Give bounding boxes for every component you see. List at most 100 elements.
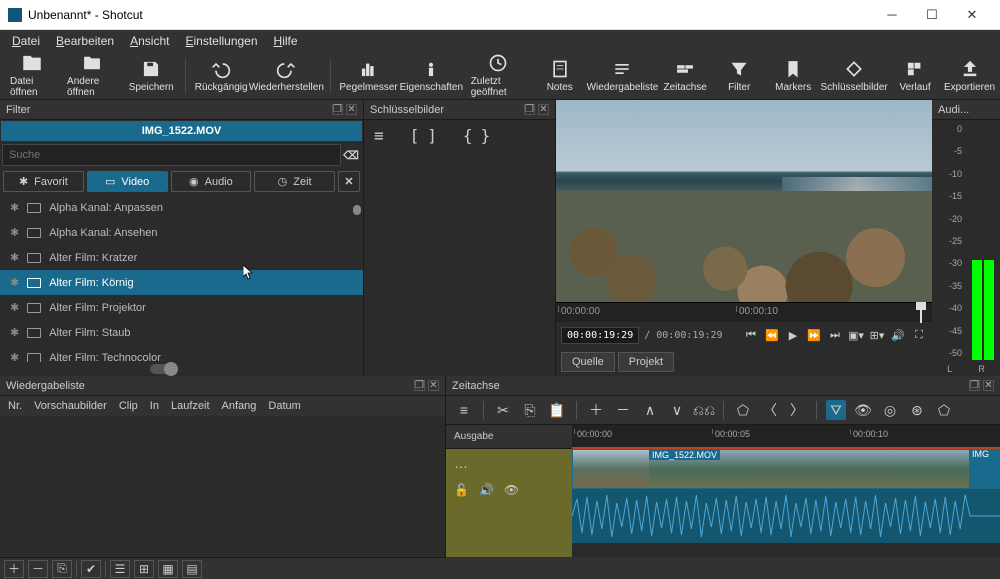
notes-button[interactable]: Notes (536, 57, 584, 95)
brace-close-icon[interactable]: } (481, 126, 491, 145)
filter-item[interactable]: ✱Alter Film: Staub (0, 320, 363, 345)
fast-forward-button[interactable]: ⏩ (806, 329, 822, 342)
brace-open-icon[interactable]: { (463, 126, 473, 145)
current-timecode[interactable]: 00:00:19:29 (561, 327, 639, 344)
filter-item[interactable]: ✱Alpha Kanal: Ansehen (0, 220, 363, 245)
playlist-remove-button[interactable]: － (28, 560, 48, 578)
playlist-view-list-button[interactable]: ☰ (110, 560, 130, 578)
track-menu-icon[interactable]: … (454, 455, 564, 471)
menu-file[interactable]: Datei (4, 31, 48, 51)
filter-list-scrollbar[interactable] (353, 205, 361, 215)
timeline-clip-video[interactable]: IMG (970, 449, 1000, 489)
timeline-tracks[interactable]: IMG_1522.MOV IMG (572, 449, 1000, 557)
tab-time[interactable]: ◷Zeit (254, 171, 335, 192)
properties-button[interactable]: Eigenschaften (402, 57, 461, 95)
skip-end-button[interactable]: ⏭ (827, 329, 843, 342)
rewind-button[interactable]: ⏪ (764, 329, 780, 342)
tab-audio[interactable]: ◉Audio (171, 171, 252, 192)
favorite-star-icon[interactable]: ✱ (10, 301, 19, 314)
scrub-button[interactable]: 👁 (853, 400, 873, 420)
skip-start-button[interactable]: ⏮ (743, 329, 759, 342)
timeline-ruler[interactable]: 00:00:00 00:00:05 00:00:10 (572, 425, 1000, 449)
peak-meter-button[interactable]: Pegelmesser (341, 57, 396, 95)
redo-button[interactable]: Wiederherstellen (252, 57, 320, 95)
append-button[interactable]: ＋ (586, 400, 606, 420)
filter-item[interactable]: ✱Alter Film: Technocolor (0, 345, 363, 362)
playlist-update-button[interactable]: ⎘ (52, 560, 72, 578)
snap-button[interactable]: ⛛ (826, 400, 846, 420)
history-button[interactable]: Verlauf (891, 57, 939, 95)
undo-button[interactable]: Rückgängig (196, 57, 246, 95)
filters-button[interactable]: Filter (715, 57, 763, 95)
favorite-star-icon[interactable]: ✱ (10, 351, 19, 362)
tab-favorite[interactable]: ✱Favorit (3, 171, 84, 192)
panel-close-icon[interactable]: ✕ (428, 380, 439, 391)
filter-item[interactable]: ✱Alpha Kanal: Anpassen (0, 195, 363, 220)
remove-button[interactable]: － (613, 400, 633, 420)
favorite-star-icon[interactable]: ✱ (10, 251, 19, 264)
menu-view[interactable]: Ansicht (122, 31, 177, 51)
loop-button[interactable]: ▣▾ (848, 329, 864, 342)
timeline-clip-audio[interactable] (572, 489, 1000, 543)
playlist-view-icons-button[interactable]: ▦ (158, 560, 178, 578)
markers-button[interactable]: Markers (769, 57, 817, 95)
playlist-columns[interactable]: Nr. Vorschaubilder Clip In Laufzeit Anfa… (0, 396, 445, 416)
ripple-all-button[interactable]: ⊛ (907, 400, 927, 420)
source-tab[interactable]: Quelle (561, 352, 615, 372)
lift-button[interactable]: ∧ (640, 400, 660, 420)
mute-icon[interactable]: 🔊 (479, 483, 494, 497)
player-ruler[interactable]: 00:00:00 00:00:10 (556, 302, 932, 322)
fullscreen-button[interactable]: ⛶ (911, 329, 927, 342)
copy-button[interactable]: ⎘ (520, 400, 540, 420)
filter-item[interactable]: ✱Alter Film: Körnig (0, 270, 363, 295)
marker-button[interactable]: ⬠ (733, 400, 753, 420)
timeline-output-label[interactable]: Ausgabe (446, 425, 572, 449)
filter-search-input[interactable] (2, 144, 341, 166)
filter-toggle[interactable] (0, 362, 363, 376)
panel-close-icon[interactable]: ✕ (538, 104, 549, 115)
panel-undock-icon[interactable]: ❐ (969, 380, 980, 391)
timeline-button[interactable]: Zeitachse (661, 57, 709, 95)
keyframes-button[interactable]: Schlüsselbilder (823, 57, 885, 95)
open-file-button[interactable]: Datei öffnen (6, 51, 57, 100)
favorite-star-icon[interactable]: ✱ (10, 276, 19, 289)
playlist-button[interactable]: Wiedergabeliste (590, 57, 655, 95)
maximize-button[interactable]: ☐ (912, 0, 952, 30)
minimize-button[interactable]: ─ (872, 0, 912, 30)
panel-close-icon[interactable]: ✕ (346, 104, 357, 115)
panel-undock-icon[interactable]: ❐ (414, 380, 425, 391)
menu-help[interactable]: Hilfe (266, 31, 306, 51)
favorite-star-icon[interactable]: ✱ (10, 201, 19, 214)
favorite-star-icon[interactable]: ✱ (10, 326, 19, 339)
video-preview[interactable] (556, 100, 932, 302)
next-marker-button[interactable]: 〉 (787, 400, 807, 420)
menu-settings[interactable]: Einstellungen (177, 31, 265, 51)
close-button[interactable]: ✕ (952, 0, 992, 30)
bracket-close-icon[interactable]: ] (427, 126, 437, 145)
cut-button[interactable]: ✂ (493, 400, 513, 420)
panel-close-icon[interactable]: ✕ (983, 380, 994, 391)
panel-undock-icon[interactable]: ❐ (524, 104, 535, 115)
filter-list[interactable]: ✱Alpha Kanal: Anpassen ✱Alpha Kanal: Ans… (0, 195, 363, 362)
clear-search-icon[interactable]: ⌫ (341, 144, 361, 166)
ripple-button[interactable]: ◎ (880, 400, 900, 420)
volume-button[interactable]: 🔊 (890, 329, 906, 342)
ripple-markers-button[interactable]: ⬠ (934, 400, 954, 420)
save-button[interactable]: Speichern (127, 57, 175, 95)
filter-item[interactable]: ✱Alter Film: Kratzer (0, 245, 363, 270)
playlist-view-tiles-button[interactable]: ⊞ (134, 560, 154, 578)
prev-marker-button[interactable]: 〈 (760, 400, 780, 420)
project-tab[interactable]: Projekt (618, 352, 674, 372)
timeline-clip-video[interactable]: IMG_1522.MOV (572, 449, 970, 489)
panel-undock-icon[interactable]: ❐ (332, 104, 343, 115)
timeline-menu-icon[interactable]: ≡ (454, 400, 474, 420)
bracket-open-icon[interactable]: [ (410, 126, 420, 145)
track-head[interactable]: … 🔓 🔊 👁 (446, 449, 572, 557)
menu-edit[interactable]: Bearbeiten (48, 31, 122, 51)
close-addfilter-button[interactable]: ✕ (338, 171, 360, 192)
lock-icon[interactable]: 🔓 (454, 483, 469, 497)
open-other-button[interactable]: Andere öffnen (63, 51, 121, 100)
overwrite-button[interactable]: ∨ (667, 400, 687, 420)
filter-item[interactable]: ✱Alter Film: Projektor (0, 295, 363, 320)
hide-icon[interactable]: 👁 (504, 483, 519, 497)
